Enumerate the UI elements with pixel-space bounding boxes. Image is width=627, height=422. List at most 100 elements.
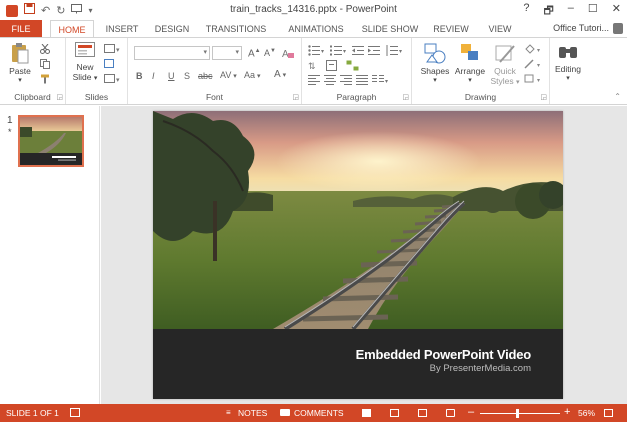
svg-text:▾: ▾	[116, 47, 120, 54]
group-paragraph: ▾ ▾ ▾ ⇅ ▾ Paragraph ◲	[302, 38, 412, 104]
group-label-font: Font	[205, 92, 223, 102]
font-size-combobox[interactable]: ▾	[212, 46, 242, 60]
dialog-launcher-icon[interactable]: ◲	[292, 93, 299, 101]
ribbon-display-options-icon[interactable]: 🗗	[543, 2, 553, 21]
minimize-icon[interactable]: –	[568, 2, 574, 21]
normal-view-icon[interactable]	[362, 409, 371, 417]
align-left-icon[interactable]	[308, 75, 320, 85]
slide-thumbnail[interactable]	[18, 115, 84, 167]
decrease-font-icon[interactable]: A▼	[264, 48, 276, 58]
group-drawing: Shapes ▾ Arrange ▾ Quick Styles ▾ ▾ ▾ ▾ …	[412, 38, 550, 104]
change-case-button[interactable]: Aa ▾	[244, 70, 260, 80]
group-label-slides: Slides	[84, 92, 109, 102]
maximize-icon[interactable]: ☐	[588, 2, 598, 21]
slide-subtitle[interactable]: By PresenterMedia.com	[430, 363, 531, 374]
shape-fill-icon[interactable]: ▾	[524, 44, 544, 54]
chevron-down-icon: ▾	[235, 49, 239, 56]
notes-button[interactable]: NOTES	[238, 408, 267, 418]
font-color-button[interactable]: A ▾	[274, 69, 286, 80]
tab-design[interactable]: DESIGN	[150, 20, 194, 38]
user-avatar-icon[interactable]	[613, 23, 623, 34]
convert-smartart-icon[interactable]	[346, 60, 360, 71]
decrease-indent-icon[interactable]	[352, 45, 364, 56]
fit-slide-icon[interactable]	[604, 409, 613, 417]
increase-font-icon[interactable]: A▲	[248, 48, 261, 59]
shape-outline-icon[interactable]: ▾	[524, 59, 544, 69]
slide-thumbnails-pane: 1 *	[0, 106, 100, 404]
strikethrough-button[interactable]: abc	[198, 71, 213, 81]
svg-text:▾: ▾	[537, 48, 540, 54]
shadow-s-button[interactable]: S	[184, 71, 190, 81]
layout-icon[interactable]: ▾	[104, 44, 120, 54]
tab-file[interactable]: FILE	[0, 20, 42, 38]
group-clipboard: Paste ▾ Clipboard ◲	[0, 38, 66, 104]
paste-button[interactable]: Paste ▾	[6, 42, 34, 84]
spell-check-icon[interactable]	[70, 408, 80, 417]
copy-icon[interactable]	[40, 59, 52, 69]
text-direction-icon[interactable]: ⇅	[308, 60, 322, 71]
underline-button[interactable]: U	[168, 71, 175, 81]
quick-styles-button[interactable]: Quick Styles ▾	[488, 42, 522, 86]
bold-button[interactable]: B	[136, 71, 143, 81]
chevron-down-icon: ▾	[433, 77, 437, 84]
bullets-icon[interactable]: ▾	[308, 45, 326, 56]
increase-indent-icon[interactable]	[368, 45, 380, 56]
help-icon[interactable]: ?	[523, 2, 529, 21]
slide-editing-area: Embedded PowerPoint Video By PresenterMe…	[101, 106, 627, 404]
zoom-out-button[interactable]: –	[468, 406, 474, 418]
reading-view-icon[interactable]	[418, 409, 427, 417]
italic-button[interactable]: I	[152, 71, 155, 81]
quick-styles-icon	[495, 45, 515, 63]
group-font: ▾ ▾ A▲ A▼ A B I U S abc AV ▾ Aa ▾ A ▾ Fo…	[128, 38, 302, 104]
tab-animations[interactable]: ANIMATIONS	[280, 20, 352, 38]
line-spacing-icon[interactable]: ▾	[386, 45, 404, 56]
tab-home[interactable]: HOME	[50, 20, 94, 38]
embedded-video-frame[interactable]	[153, 111, 563, 329]
editing-button[interactable]: Editing ▾	[550, 42, 586, 82]
svg-text:⇅: ⇅	[308, 61, 316, 71]
align-text-icon[interactable]	[326, 60, 340, 71]
comments-icon[interactable]	[280, 409, 290, 416]
slide-title[interactable]: Embedded PowerPoint Video	[356, 347, 532, 362]
dialog-launcher-icon[interactable]: ◲	[56, 93, 63, 101]
slide-show-icon[interactable]	[446, 409, 455, 417]
dialog-launcher-icon[interactable]: ◲	[402, 93, 409, 101]
close-icon[interactable]: ✕	[612, 2, 621, 21]
tab-insert[interactable]: INSERT	[100, 20, 144, 38]
numbering-icon[interactable]: ▾	[330, 45, 348, 56]
slide-count: SLIDE 1 OF 1	[6, 408, 59, 418]
zoom-in-button[interactable]: +	[564, 406, 570, 418]
tab-review[interactable]: REVIEW	[428, 20, 474, 38]
svg-text:▾: ▾	[321, 49, 324, 55]
notes-icon[interactable]: ≡	[226, 408, 231, 417]
section-icon[interactable]: ▾	[104, 74, 120, 84]
cut-icon[interactable]	[40, 44, 50, 54]
tab-slide-show[interactable]: SLIDE SHOW	[358, 20, 422, 38]
align-right-icon[interactable]	[340, 75, 352, 85]
ribbon: Paste ▾ Clipboard ◲ New Slide ▾ ▾ ▾ Slid…	[0, 37, 627, 105]
account-name[interactable]: Office Tutori...	[553, 23, 609, 33]
tab-view[interactable]: VIEW	[482, 20, 518, 38]
zoom-slider[interactable]	[480, 413, 560, 414]
animation-marker-icon: *	[8, 127, 12, 137]
comments-button[interactable]: COMMENTS	[294, 408, 344, 418]
slide-canvas[interactable]: Embedded PowerPoint Video By PresenterMe…	[153, 111, 563, 399]
columns-icon[interactable]: ▾	[372, 75, 390, 85]
font-name-combobox[interactable]: ▾	[134, 46, 210, 60]
new-slide-button[interactable]: New Slide ▾	[70, 42, 100, 82]
slide-sorter-icon[interactable]	[390, 409, 399, 417]
reset-icon[interactable]	[104, 59, 114, 69]
format-painter-icon[interactable]	[40, 74, 50, 84]
align-center-icon[interactable]	[324, 75, 336, 85]
tab-transitions[interactable]: TRANSITIONS	[200, 20, 272, 38]
arrange-button[interactable]: Arrange ▾	[452, 42, 488, 84]
clear-formatting-icon[interactable]: A	[282, 47, 294, 61]
zoom-level[interactable]: 56%	[578, 408, 595, 418]
zoom-slider-thumb[interactable]	[516, 409, 519, 418]
collapse-ribbon-icon[interactable]: ⌃	[614, 92, 621, 101]
shape-effects-icon[interactable]: ▾	[524, 74, 544, 84]
shapes-button[interactable]: Shapes ▾	[418, 42, 452, 84]
dialog-launcher-icon[interactable]: ◲	[540, 93, 547, 101]
character-spacing-button[interactable]: AV ▾	[220, 70, 237, 80]
justify-icon[interactable]	[356, 75, 368, 85]
